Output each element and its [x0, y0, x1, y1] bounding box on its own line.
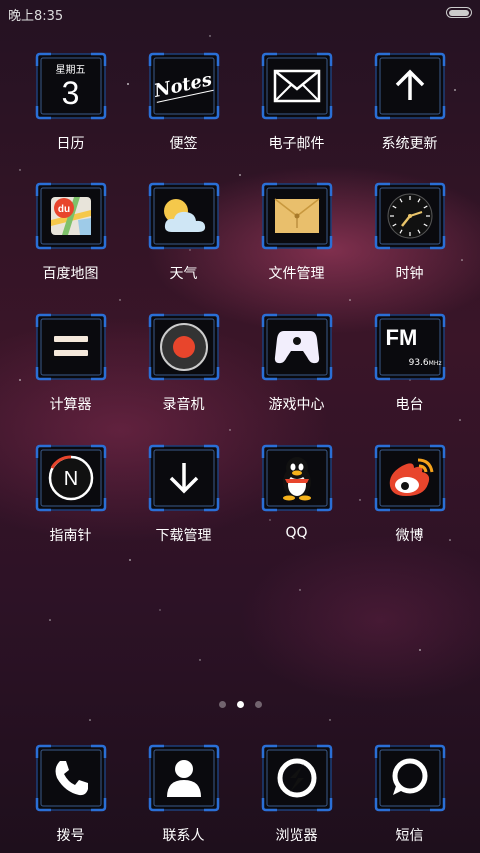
- battery-icon: [446, 7, 472, 18]
- app-game-center[interactable]: 游戏中心: [240, 313, 353, 414]
- app-label: 系统更新: [381, 136, 438, 152]
- contact-icon: [158, 753, 210, 803]
- app-download-manager[interactable]: 下载管理: [127, 444, 240, 545]
- app-qq[interactable]: QQ: [240, 444, 353, 541]
- app-radio[interactable]: FM 93.6MHz 电台: [353, 313, 466, 414]
- app-label: 录音机: [162, 397, 205, 413]
- arrow-up-icon: [384, 61, 436, 111]
- compass-icon: N: [45, 453, 97, 503]
- download-icon: [158, 453, 210, 503]
- app-label: 浏览器: [275, 828, 318, 844]
- app-label: 计算器: [49, 397, 92, 413]
- folder-icon: [271, 191, 323, 241]
- record-icon: [158, 322, 210, 372]
- app-label: 微博: [395, 528, 424, 544]
- equals-icon: [45, 322, 97, 372]
- gamepad-icon: [271, 322, 323, 372]
- status-time: 晚上8:35: [8, 9, 64, 24]
- app-label: 电台: [395, 397, 424, 413]
- calendar-weekday: 星期五: [55, 64, 86, 76]
- app-label: 短信: [395, 828, 424, 844]
- weibo-icon: [384, 453, 436, 503]
- dock-phone[interactable]: 拨号: [14, 744, 127, 845]
- app-label: 便签: [169, 136, 198, 152]
- calendar-icon: 星期五 3: [45, 61, 97, 111]
- map-icon: du: [45, 191, 97, 241]
- app-label: 指南针: [49, 528, 92, 544]
- app-clock[interactable]: 时钟: [353, 182, 466, 283]
- page-dot[interactable]: [254, 701, 262, 708]
- page-dot-active[interactable]: [236, 701, 244, 708]
- app-label: 拨号: [56, 828, 85, 844]
- dock-contacts[interactable]: 联系人: [127, 744, 240, 845]
- weather-icon: [158, 191, 210, 241]
- page-dot[interactable]: [218, 701, 226, 708]
- mail-icon: [271, 61, 323, 111]
- app-calculator[interactable]: 计算器: [14, 313, 127, 414]
- app-weibo[interactable]: 微博: [353, 444, 466, 545]
- radio-icon: FM 93.6MHz: [384, 322, 442, 372]
- notes-icon: Notes: [152, 61, 215, 111]
- app-label: 天气: [169, 266, 198, 282]
- message-icon: [384, 753, 436, 803]
- app-email[interactable]: 电子邮件: [240, 52, 353, 153]
- calendar-day: 3: [61, 74, 80, 111]
- dock-messages[interactable]: 短信: [353, 744, 466, 845]
- app-label: 百度地图: [42, 266, 99, 282]
- app-label: 文件管理: [268, 266, 325, 282]
- baidu-du-text: du: [57, 204, 69, 215]
- app-calendar[interactable]: 星期五 3 日历: [14, 52, 127, 153]
- app-file-manager[interactable]: 文件管理: [240, 182, 353, 283]
- app-compass[interactable]: N 指南针: [14, 444, 127, 545]
- radio-frequency: 93.6: [408, 357, 429, 368]
- page-indicator: [0, 701, 480, 708]
- app-baidu-map[interactable]: du 百度地图: [14, 182, 127, 283]
- notes-icon-text: Notes: [152, 69, 215, 103]
- app-recorder[interactable]: 录音机: [127, 313, 240, 414]
- qq-penguin-icon: [271, 453, 323, 503]
- svg-text:N: N: [63, 468, 77, 490]
- app-notes[interactable]: Notes 便签: [127, 52, 240, 153]
- app-label: 下载管理: [155, 528, 212, 544]
- app-label: 游戏中心: [268, 397, 325, 413]
- app-label: QQ: [285, 525, 308, 541]
- app-label: 联系人: [162, 828, 205, 844]
- radio-unit: MHz: [428, 359, 442, 367]
- browser-icon: [271, 753, 323, 803]
- radio-fm-text: FM: [385, 324, 418, 350]
- app-label: 日历: [56, 136, 85, 152]
- clock-icon: [384, 191, 436, 241]
- phone-icon: [45, 753, 97, 803]
- status-bar: 晚上8:35: [0, 0, 480, 26]
- app-weather[interactable]: 天气: [127, 182, 240, 283]
- app-label: 电子邮件: [268, 136, 325, 152]
- app-system-update[interactable]: 系统更新: [353, 52, 466, 153]
- app-label: 时钟: [395, 266, 424, 282]
- dock-browser[interactable]: 浏览器: [240, 744, 353, 845]
